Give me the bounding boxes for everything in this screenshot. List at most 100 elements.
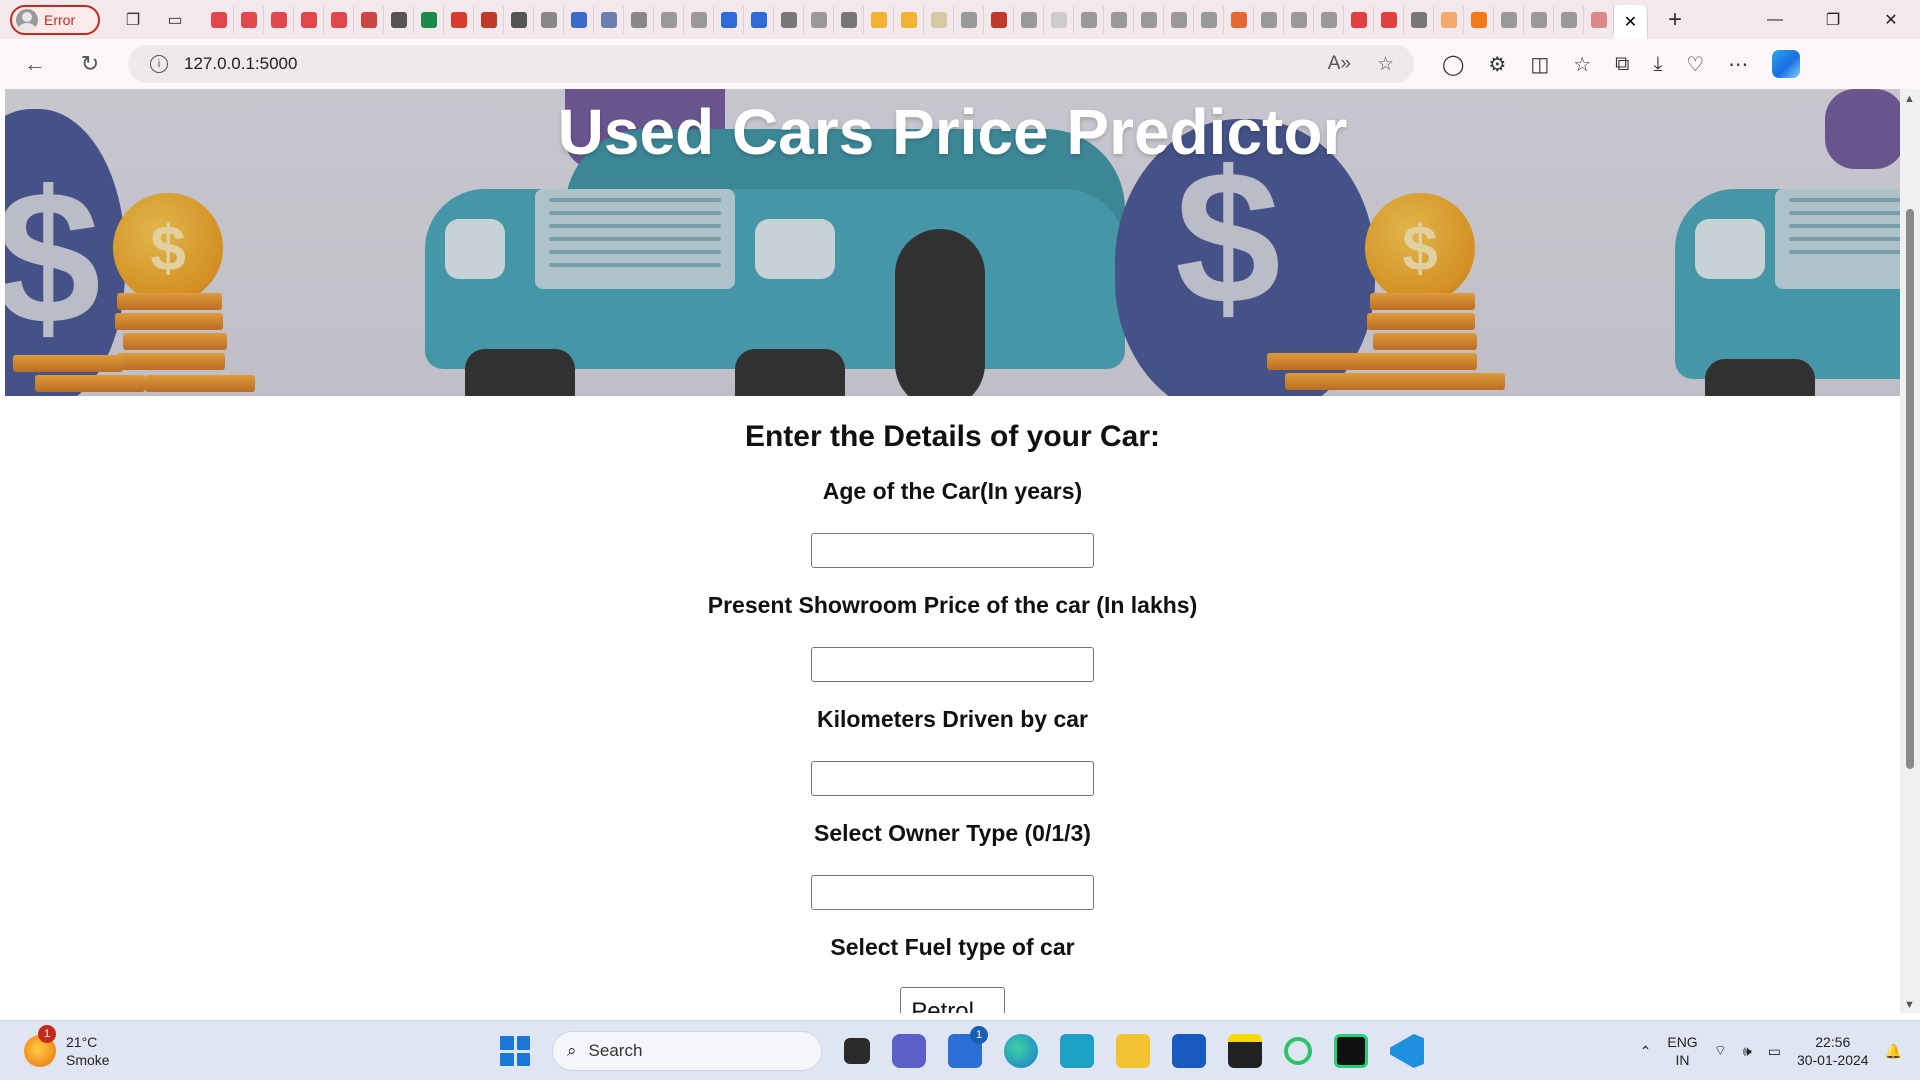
task-view-icon[interactable] [844,1038,870,1064]
omnibox[interactable]: i 127.0.0.1:5000 A» ☆ [128,45,1414,83]
browser-tab[interactable] [534,5,564,34]
profile-button[interactable]: Error [10,4,100,35]
fuel-type-select[interactable]: Petrol ⌄ [900,987,1005,1013]
downloads-icon[interactable]: ⤓ [1653,53,1662,76]
browser-tab[interactable] [1254,5,1284,34]
browser-tab[interactable] [684,5,714,34]
showroom-price-input[interactable] [811,647,1094,682]
browser-tab[interactable] [954,5,984,34]
browser-tab[interactable] [444,5,474,34]
back-icon[interactable]: ← [15,44,55,84]
store-icon[interactable]: 1 [948,1026,988,1068]
browser-tab[interactable] [1074,5,1104,34]
wifi-icon[interactable]: ⌔ [1714,1042,1727,1060]
app-icon[interactable] [1060,1034,1094,1068]
browser-tab[interactable] [1014,5,1044,34]
scroll-down-icon[interactable]: ▼ [1904,999,1915,1011]
age-input[interactable] [811,533,1094,568]
browser-tab[interactable] [894,5,924,34]
browser-tab[interactable] [864,5,894,34]
browser-tab[interactable] [564,5,594,34]
restore-icon[interactable]: ❐ [1804,0,1862,39]
browser-tab[interactable] [1434,5,1464,34]
browser-tab[interactable] [264,5,294,34]
browser-tab[interactable] [1494,5,1524,34]
page-scrollbar[interactable]: ▲ ▼ [1900,89,1920,1013]
split-screen-icon[interactable]: ◫ [1530,52,1549,77]
browser-tab[interactable] [804,5,834,34]
teams-icon[interactable] [892,1034,926,1068]
browser-tab[interactable] [984,5,1014,34]
browser-tab[interactable] [234,5,264,34]
performance-icon[interactable]: ♡ [1686,52,1704,77]
start-icon[interactable] [500,1036,530,1066]
tab-active-close-icon[interactable]: ✕ [1614,5,1648,39]
favorite-star-icon[interactable]: ☆ [1377,53,1394,76]
tracking-icon[interactable]: ◯ [1442,52,1464,77]
browser-tab[interactable] [1314,5,1344,34]
word-icon[interactable] [1172,1034,1206,1068]
notifications-icon[interactable]: 🔔 [1885,1043,1902,1060]
browser-tab[interactable] [204,5,234,34]
browser-tab[interactable] [1134,5,1164,34]
copilot-icon[interactable] [1772,50,1801,78]
show-hidden-icons-icon[interactable]: ⌃ [1640,1043,1652,1060]
browser-tab[interactable] [1554,5,1584,34]
browser-tab[interactable] [1344,5,1374,34]
browser-tab[interactable] [1164,5,1194,34]
vscode-icon[interactable] [1390,1034,1424,1068]
browser-tab[interactable] [1284,5,1314,34]
browser-tab[interactable] [594,5,624,34]
site-info-icon[interactable]: i [150,55,168,73]
browser-tab[interactable] [474,5,504,34]
browser-tab[interactable] [294,5,324,34]
more-options-icon[interactable]: ⋯ [1728,52,1748,77]
browser-tab[interactable] [354,5,384,34]
browser-tab[interactable] [924,5,954,34]
browser-tab[interactable] [624,5,654,34]
edge-icon[interactable] [1004,1034,1038,1068]
scroll-thumb[interactable] [1906,209,1914,769]
pycharm-icon[interactable] [1334,1034,1368,1068]
file-explorer-icon[interactable] [1116,1034,1150,1068]
browser-tab[interactable] [1404,5,1434,34]
close-window-icon[interactable]: ✕ [1862,0,1920,39]
language-indicator[interactable]: ENG IN [1667,1033,1697,1069]
browser-tab[interactable] [744,5,774,34]
browser-tab[interactable] [504,5,534,34]
clock[interactable]: 22:56 30-01-2024 [1797,1033,1869,1069]
browser-tab[interactable] [1464,5,1494,34]
minimize-icon[interactable]: — [1746,0,1804,39]
browser-tab[interactable] [324,5,354,34]
volume-icon[interactable]: 🕪 [1743,1043,1752,1060]
battery-icon[interactable]: ▭ [1768,1043,1781,1060]
browser-tab[interactable] [1524,5,1554,34]
taskbar-search[interactable]: ⌕ Search [552,1031,822,1071]
browser-tab[interactable] [1224,5,1254,34]
browser-tab[interactable] [774,5,804,34]
collections-icon[interactable]: ⧉ [1615,53,1629,76]
sticky-notes-icon[interactable] [1228,1034,1262,1068]
browser-tab[interactable] [654,5,684,34]
browser-tab[interactable] [834,5,864,34]
browser-tab[interactable] [1104,5,1134,34]
tab-actions-icon[interactable]: ▭ [160,5,190,35]
browser-tab[interactable] [1194,5,1224,34]
favorites-icon[interactable]: ☆ [1573,52,1591,77]
browser-tab[interactable] [714,5,744,34]
owner-type-input[interactable] [811,875,1094,910]
weather-widget[interactable]: 1 21°C Smoke [24,1024,110,1069]
url-text[interactable]: 127.0.0.1:5000 [184,54,297,74]
browser-tab[interactable] [1584,5,1614,34]
refresh-icon[interactable]: ↻ [70,44,110,84]
browser-tab[interactable] [1374,5,1404,34]
browser-tab[interactable] [1044,5,1074,34]
app-icon[interactable] [1284,1037,1312,1065]
scroll-up-icon[interactable]: ▲ [1904,93,1915,105]
new-tab-icon[interactable]: + [1660,5,1690,35]
browser-tab[interactable] [414,5,444,34]
workspaces-icon[interactable]: ❐ [118,5,148,35]
read-aloud-icon[interactable]: A» [1328,53,1351,76]
kms-driven-input[interactable] [811,761,1094,796]
extensions-icon[interactable]: ⚙ [1488,52,1506,77]
